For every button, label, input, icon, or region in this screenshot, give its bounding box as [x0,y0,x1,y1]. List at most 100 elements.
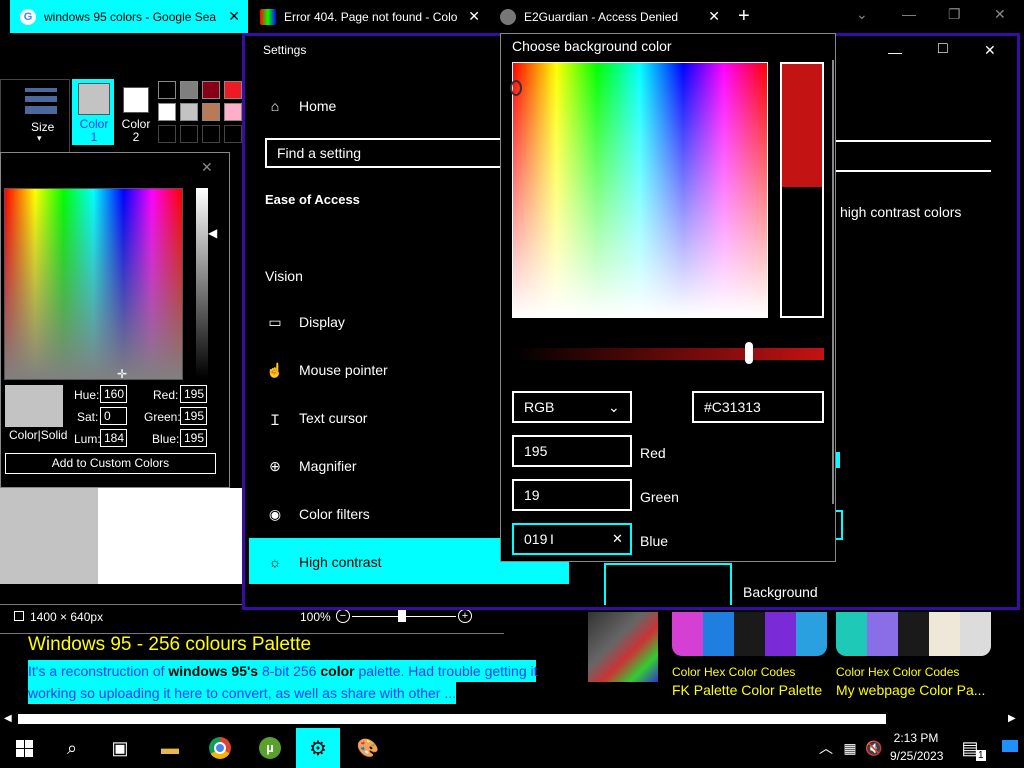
find-setting-input[interactable]: Find a setting [265,138,501,168]
zoom-out-button[interactable]: − [336,609,350,623]
nav-magnifier[interactable]: ⊕ Magnifier [265,458,356,474]
browser-close-button[interactable]: ✕ [994,6,1006,23]
network-icon[interactable]: ▦ [838,728,862,768]
result-heading[interactable]: Windows 95 - 256 colours Palette [28,634,311,656]
palette-card-swatch [836,612,867,656]
browser-restore-button[interactable]: ❐ [948,6,961,23]
green-value-input[interactable]: 19 [512,479,632,511]
file-explorer-icon[interactable]: ▬ [148,728,192,768]
add-to-custom-colors-button[interactable]: Add to Custom Colors [5,453,216,474]
magnifier-icon: ⊕ [269,458,281,474]
nav-home[interactable]: ⌂ Home [265,98,337,114]
settings-minimize-button[interactable]: — [888,44,902,60]
value-slider-thumb[interactable] [745,342,754,364]
scrollbar-thumb[interactable] [18,714,886,724]
color-spectrum-large[interactable] [512,62,768,318]
clock-date[interactable]: 9/25/2023 [890,749,943,763]
background-swatch[interactable] [604,563,732,605]
paint-icon[interactable]: 🎨 [346,728,390,768]
action-center-button[interactable]: ▤ 1 [950,728,990,768]
card1-title[interactable]: FK Palette Color Palette [672,682,822,698]
green-input[interactable]: 195 [180,407,207,425]
value-slider[interactable] [512,348,824,360]
palette-card-2-swatches[interactable] [836,612,991,656]
scroll-right-icon[interactable]: ▶ [1008,713,1016,724]
palette-swatch[interactable] [180,103,198,121]
new-tab-button[interactable]: + [738,5,750,28]
paint-canvas-gray [0,488,98,584]
palette-swatch[interactable] [158,81,176,99]
clear-input-button[interactable]: ✕ [612,531,623,547]
hue-input[interactable]: 160 [100,385,127,403]
chevron-up-icon[interactable]: ︿ [812,728,840,768]
close-tab-icon[interactable]: ✕ [228,8,240,25]
picker-scrollbar[interactable] [832,60,834,504]
blue-value-input[interactable]: 019 I ✕ [512,523,632,555]
scroll-left-icon[interactable]: ◀ [4,713,12,724]
red-input[interactable]: 195 [180,385,207,403]
nav-color-filters[interactable]: ◉ Color filters [265,506,370,522]
chrome-icon[interactable] [198,728,242,768]
theme-dropdown[interactable] [836,140,991,172]
palette-card-swatch [796,612,827,656]
task-view-icon[interactable]: ▣ [98,728,142,768]
color1-button[interactable]: Color 1 [72,79,114,145]
palette-swatch[interactable] [202,103,220,121]
tab-error-404[interactable]: Error 404. Page not found - Colo ✕ [250,0,488,33]
nav-display[interactable]: ▭ Display [265,314,345,330]
paint-canvas[interactable] [98,488,244,584]
palette-swatch[interactable] [224,103,242,121]
sat-input[interactable]: 0 [100,407,127,425]
volume-muted-icon[interactable]: 🔇 [862,728,886,768]
palette-swatch[interactable] [224,81,242,99]
settings-close-button[interactable]: ✕ [984,42,996,59]
tab-list-icon[interactable]: ⌄ [856,6,868,23]
palette-swatch[interactable] [180,81,198,99]
blue-input[interactable]: 195 [180,429,207,447]
color-spectrum[interactable] [4,188,183,380]
show-desktop-button[interactable] [998,730,1022,766]
red-value-input[interactable]: 195 [512,435,632,467]
palette-card-swatch [672,612,703,656]
palette-swatch-empty[interactable] [202,125,220,143]
dialog-close-button[interactable]: ✕ [201,159,213,176]
settings-taskbar-button[interactable]: ⚙ [296,728,340,768]
color-mode-select[interactable]: RGB ⌄ [512,391,632,423]
sun-icon: ☼ [268,554,282,570]
palette-swatch-empty[interactable] [180,125,198,143]
browser-minimize-button[interactable]: — [902,6,916,22]
close-tab-icon[interactable]: ✕ [708,8,720,25]
settings-maximize-button[interactable]: □ [938,40,948,58]
tab-e2guardian[interactable]: E2Guardian - Access Denied ✕ [490,0,728,33]
monitor-icon: ▭ [268,314,282,330]
lum-input[interactable]: 184 [100,429,127,447]
zoom-in-button[interactable]: + [458,609,472,623]
palette-card-1-swatches[interactable] [672,612,827,656]
zoom-slider-thumb[interactable] [398,610,406,622]
palette-swatch-empty[interactable] [224,125,242,143]
horizontal-scrollbar[interactable]: ◀ ▶ [0,710,1024,728]
nav-mouse-pointer[interactable]: ☝ Mouse pointer [265,362,387,378]
selected-color-swatch [782,64,822,188]
nav-text-cursor[interactable]: Ｉ Text cursor [265,410,367,428]
palette-swatch[interactable] [202,81,220,99]
palette-card-swatch [765,612,796,656]
luminosity-arrow-icon[interactable]: ◀ [208,226,217,240]
picker-title: Choose background color [512,38,672,54]
hex-input[interactable]: #C31313 [692,391,824,423]
color2-button[interactable]: Color 2 [116,79,156,145]
size-button[interactable]: Size ▾ [0,79,70,153]
spectrum-selector[interactable] [510,80,522,96]
palette-thumbnail[interactable] [588,612,658,682]
search-icon[interactable]: ⌕ [50,728,94,768]
palette-swatch-empty[interactable] [158,125,176,143]
card2-title[interactable]: My webpage Color Pa... [836,682,985,698]
utorrent-icon[interactable]: µ [248,728,292,768]
tab-google-search[interactable]: G windows 95 colors - Google Sea ✕ [10,0,248,33]
start-button[interactable] [2,728,46,768]
close-tab-icon[interactable]: ✕ [468,8,480,25]
clock-time[interactable]: 2:13 PM [890,731,942,745]
luminosity-slider[interactable] [196,188,208,378]
palette-card-swatch [703,612,734,656]
palette-swatch[interactable] [158,103,176,121]
